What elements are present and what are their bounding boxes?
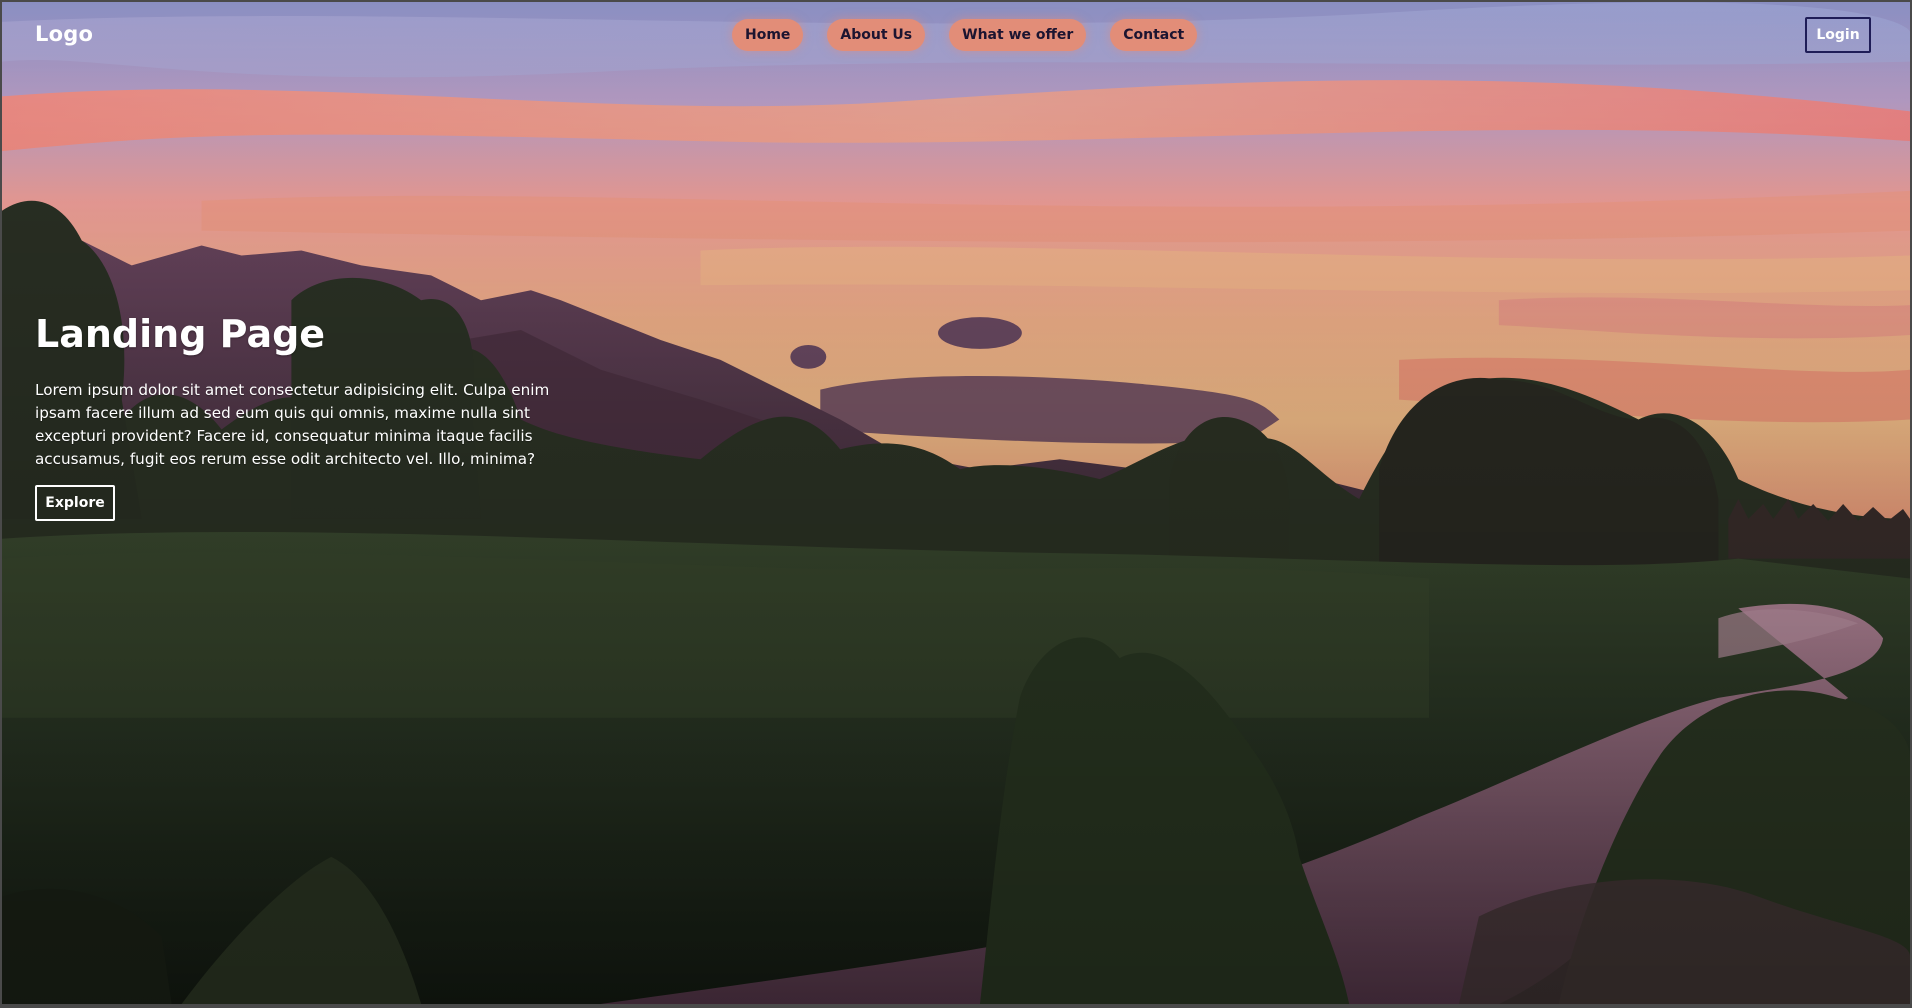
hero-section: Landing Page Lorem ipsum dolor sit amet …: [35, 312, 565, 521]
landing-page: Logo Home About Us What we offer Contact…: [0, 0, 1912, 1008]
nav-link-contact[interactable]: Contact: [1110, 19, 1198, 51]
nav-link-about-us[interactable]: About Us: [827, 19, 926, 51]
hero-description: Lorem ipsum dolor sit amet consectetur a…: [35, 380, 550, 468]
nav-link-home[interactable]: Home: [732, 19, 804, 51]
page-title: Landing Page: [35, 312, 326, 356]
nav-links: Home About Us What we offer Contact: [732, 19, 1198, 51]
explore-button[interactable]: Explore: [35, 484, 115, 521]
navbar: Logo Home About Us What we offer Contact…: [2, 2, 1910, 70]
nav-link-what-we-offer[interactable]: What we offer: [949, 19, 1087, 51]
login-button[interactable]: Login: [1805, 17, 1871, 53]
logo[interactable]: Logo: [35, 22, 93, 46]
